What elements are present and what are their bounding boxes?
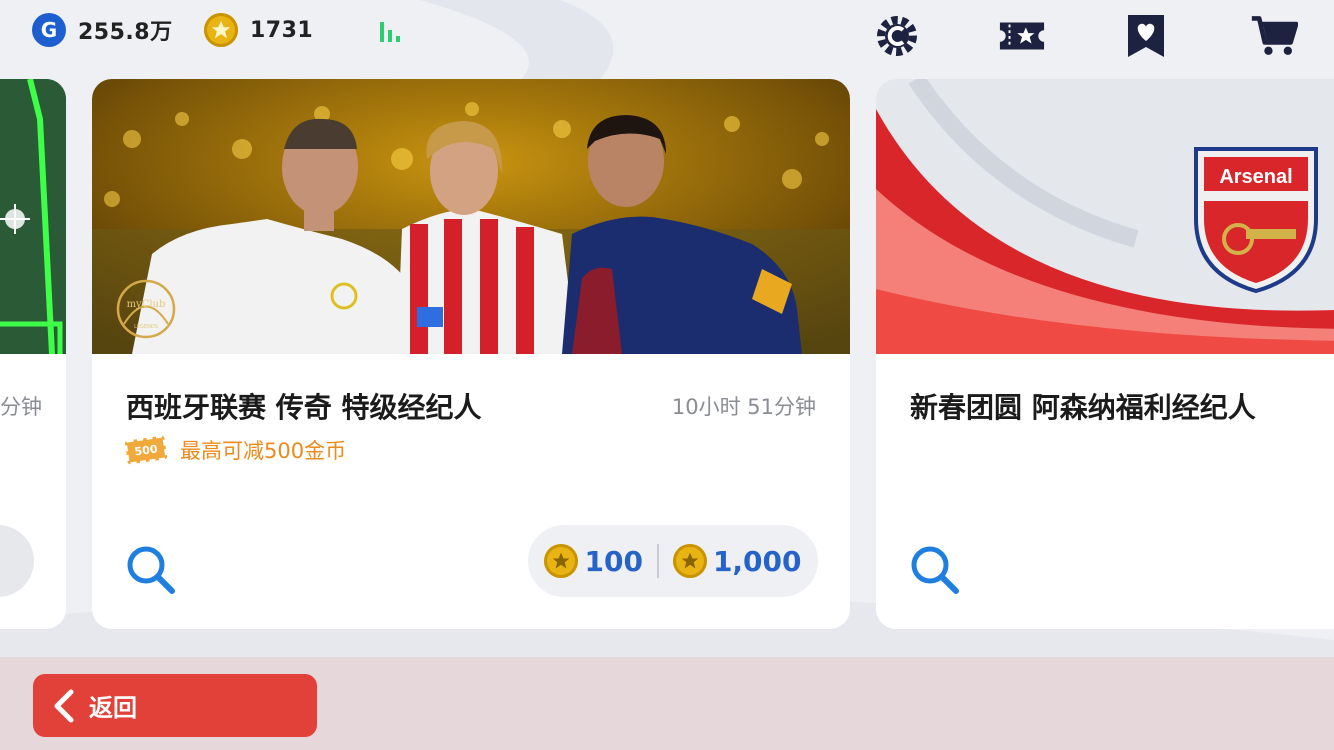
coin-icon	[544, 544, 579, 578]
price-value-2: 1,000	[712, 544, 802, 578]
price-option-2[interactable]: 1,000	[672, 544, 802, 578]
gp-currency: G 255.8万	[32, 13, 173, 47]
gp-value: 255.8万	[78, 20, 173, 45]
coin-icon	[672, 544, 707, 578]
price-divider	[656, 544, 659, 578]
gear-icon[interactable]	[873, 12, 921, 60]
pack-card-right[interactable]: Arsenal 新春团圆 阿森纳福利经纪人	[876, 79, 1334, 629]
svg-text:LEGENDS: LEGENDS	[134, 324, 158, 330]
price-value-1: 100	[584, 544, 643, 578]
chevron-left-icon	[54, 689, 74, 722]
search-icon[interactable]	[906, 541, 964, 599]
pack-banner-main: myClub LEGENDS	[92, 79, 850, 354]
pack-timer-left: 分钟	[0, 395, 42, 419]
search-icon[interactable]	[122, 541, 180, 599]
discount-text: 最高可减500金币	[180, 439, 347, 463]
price-option-1[interactable]: 100	[544, 544, 643, 578]
discount-row: 500 最高可减500金币	[124, 435, 347, 465]
signal-icon	[378, 20, 408, 44]
pack-timer-main: 10小时 51分钟	[671, 395, 816, 419]
pack-title-main: 西班牙联赛 传奇 特级经纪人	[126, 391, 482, 424]
pack-banner-left	[0, 79, 66, 354]
coupon-ticket-icon: 500	[124, 435, 168, 465]
pack-banner-right: Arsenal	[876, 79, 1334, 354]
cart-icon[interactable]	[1250, 12, 1298, 60]
club-badge-text: Arsenal	[1219, 166, 1292, 188]
coin-icon	[204, 13, 238, 47]
back-button[interactable]: 返回	[33, 674, 317, 737]
heart-bookmark-icon[interactable]	[1122, 12, 1170, 60]
myclub-badge-text: myClub	[127, 299, 166, 310]
back-label: 返回	[89, 694, 137, 722]
gp-icon: G	[32, 13, 66, 47]
ticket-icon[interactable]	[998, 12, 1046, 60]
pack-title-right: 新春团圆 阿森纳福利经纪人	[910, 391, 1256, 424]
coin-currency: 1731	[204, 13, 313, 47]
pack-card-left[interactable]: 分钟	[0, 79, 66, 629]
coin-value: 1731	[250, 17, 314, 43]
pack-card-main[interactable]: myClub LEGENDS 西班牙联赛 传奇 特级经纪人 10小时 51分钟 …	[92, 79, 850, 629]
top-bar: G 255.8万 1731	[0, 0, 1334, 64]
price-pill-left[interactable]	[0, 525, 34, 597]
price-pill: 100 1,000	[528, 525, 818, 597]
